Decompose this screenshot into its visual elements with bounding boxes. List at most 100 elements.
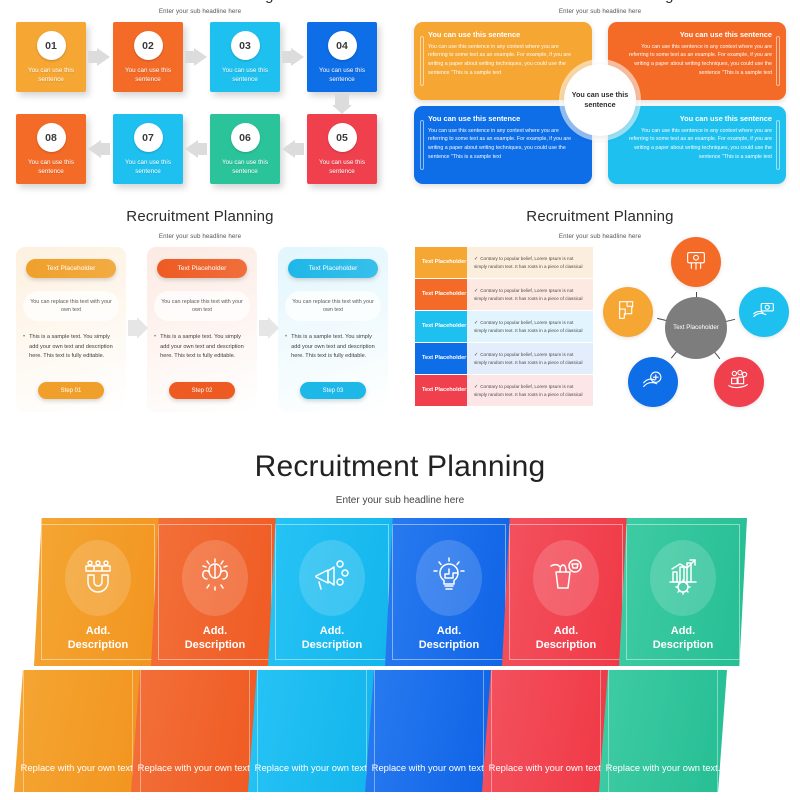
q2-subtitle: Enter your sub headline here: [558, 8, 642, 15]
table-row[interactable]: Text Placeholder ✓ Contrary to popular bel…: [415, 247, 593, 278]
fan-card-top-3[interactable]: Add. Description: [268, 518, 396, 666]
hub-diagram: Text Placeholder: [596, 235, 796, 415]
card-caption: Add. Description: [418, 624, 480, 651]
panel-body: You can use this sentence in any context…: [428, 127, 572, 160]
panel-body: You can use this sentence in any context…: [628, 127, 772, 160]
table-row-key: Text Placeholder: [415, 375, 467, 406]
card-caption: Add. Description: [301, 624, 363, 651]
fan-card-top-1[interactable]: Add. Description: [34, 518, 162, 666]
quad-panel-bottom-right[interactable]: You can use this sentence You can use thi…: [608, 106, 786, 184]
numbered-step-box-01[interactable]: 01 You can use this sentence: [16, 22, 86, 92]
step-card-2[interactable]: Text Placeholder You can replace this tex…: [147, 247, 257, 412]
step-card-button[interactable]: Step 02: [169, 382, 235, 399]
numbered-step-box-05[interactable]: 05 You can use this sentence: [307, 114, 377, 184]
quad-panel-top-right[interactable]: You can use this sentence You can use thi…: [608, 22, 786, 100]
chevron-left-icon: [282, 140, 304, 158]
step-card-bullet: • This is a sample text. You simply add y…: [23, 333, 119, 362]
fan-card-bottom-4[interactable]: Replace with your own text.: [365, 670, 493, 792]
step-card-oval-text: You can replace this text with your own …: [154, 291, 250, 321]
table-row-value: ✓ Contrary to popular belief, Lorem Ipsum…: [467, 247, 593, 278]
card-icon-circle: [533, 540, 599, 616]
quad-panel-bottom-left[interactable]: You can use this sentence You can use thi…: [414, 106, 592, 184]
chevron-left-icon: [185, 140, 207, 158]
section-numbered-steps: Recruitment Planning Enter your sub head…: [0, 0, 400, 205]
numbered-step-box-02[interactable]: 02 You can use this sentence: [113, 22, 183, 92]
numbered-step-box-07[interactable]: 07 You can use this sentence: [113, 114, 183, 184]
panel-accent-bar: [776, 120, 780, 170]
fan-card-bottom-1[interactable]: Replace with your own text.: [14, 670, 142, 792]
table-row-key: Text Placeholder: [415, 311, 467, 342]
bullet-dot-icon: •: [154, 334, 157, 340]
step-label: You can use this sentence: [222, 67, 268, 83]
bullet-dot-icon: •: [23, 334, 26, 340]
step-label: You can use this sentence: [28, 67, 74, 83]
hub-node-4[interactable]: [628, 357, 678, 407]
table-row[interactable]: Text Placeholder ✓ Contrary to popular bel…: [415, 343, 593, 374]
step-number-badge: 07: [133, 123, 163, 152]
step-card-3[interactable]: Text Placeholder You can replace this tex…: [278, 247, 388, 412]
check-icon: ✓: [474, 287, 479, 294]
hub-node-5[interactable]: [714, 357, 764, 407]
card-body-text: Replace with your own text.: [254, 761, 370, 773]
step-card-button[interactable]: Step 03: [300, 382, 366, 399]
check-icon: ✓: [474, 255, 479, 262]
numbered-step-box-06[interactable]: 06 You can use this sentence: [210, 114, 280, 184]
check-icon: ✓: [474, 383, 479, 390]
table-row-value: ✓ Contrary to popular belief, Lorem Ipsum…: [467, 343, 593, 374]
section-step-cards: Recruitment Planning Enter your sub head…: [0, 205, 400, 420]
table-row-key: Text Placeholder: [415, 343, 467, 374]
brain-strength-icon: [195, 556, 235, 601]
check-icon: ✓: [474, 319, 479, 326]
chevron-right-icon: [185, 48, 207, 66]
fan-card-top-2[interactable]: Add. Description: [151, 518, 279, 666]
q3-subtitle: Enter your sub headline here: [158, 233, 242, 240]
step-card-oval-text: You can replace this text with your own …: [23, 291, 119, 321]
step-number-badge: 02: [133, 31, 163, 60]
chevron-right-icon: [128, 317, 148, 339]
step-card-1[interactable]: Text Placeholder You can replace this tex…: [16, 247, 126, 412]
step-cards-wrap: Text Placeholder You can replace this tex…: [16, 247, 388, 412]
step-number-badge: 04: [327, 31, 357, 60]
chevron-right-icon: [88, 48, 110, 66]
table-row-value: ✓ Contrary to popular belief, Lorem Ipsum…: [467, 279, 593, 310]
chevron-left-icon: [88, 140, 110, 158]
fan-card-bottom-3[interactable]: Replace with your own text.: [248, 670, 376, 792]
table-row[interactable]: Text Placeholder ✓ Contrary to popular bel…: [415, 375, 593, 406]
step-card-pill[interactable]: Text Placeholder: [26, 259, 116, 278]
step-card-bullet: • This is a sample text. You simply add y…: [285, 333, 381, 362]
table-row[interactable]: Text Placeholder ✓ Contrary to popular bel…: [415, 311, 593, 342]
fan-card-bottom-6[interactable]: Replace with your own text.: [599, 670, 727, 792]
numbered-step-box-04[interactable]: 04 You can use this sentence: [307, 22, 377, 92]
q2-title: Recruitment Planning: [400, 0, 800, 5]
hub-center-node[interactable]: Text Placeholder: [665, 297, 727, 359]
panel-accent-bar: [420, 36, 424, 86]
fan-card-bottom-2[interactable]: Replace with your own text.: [131, 670, 259, 792]
panel-heading: You can use this sentence: [679, 114, 772, 123]
numbered-step-box-08[interactable]: 08 You can use this sentence: [16, 114, 86, 184]
hub-node-1[interactable]: [671, 237, 721, 287]
step-number-badge: 03: [230, 31, 260, 60]
card-body-text: Replace with your own text.: [488, 761, 604, 773]
card-caption: Add. Description: [652, 624, 714, 651]
numbered-step-box-03[interactable]: 03 You can use this sentence: [210, 22, 280, 92]
cash-payment-icon: [751, 297, 777, 328]
table-row-key: Text Placeholder: [415, 279, 467, 310]
step-card-pill[interactable]: Text Placeholder: [157, 259, 247, 278]
bottom-title: Recruitment Planning: [254, 450, 546, 483]
hub-node-3[interactable]: [739, 287, 789, 337]
team-hand-icon: [726, 367, 752, 398]
panel-accent-bar: [776, 36, 780, 86]
fan-card-top-6[interactable]: Add. Description: [619, 518, 747, 666]
fan-card-bottom-5[interactable]: Replace with your own text.: [482, 670, 610, 792]
table-row-value: ✓ Contrary to popular belief, Lorem Ipsum…: [467, 311, 593, 342]
card-icon-circle: [416, 540, 482, 616]
q4-title: Recruitment Planning: [526, 208, 674, 225]
fan-card-top-5[interactable]: Add. Description: [502, 518, 630, 666]
fan-card-top-4[interactable]: Add. Description: [385, 518, 513, 666]
step-card-button[interactable]: Step 01: [38, 382, 104, 399]
table-row[interactable]: Text Placeholder ✓ Contrary to popular bel…: [415, 279, 593, 310]
step-card-pill[interactable]: Text Placeholder: [288, 259, 378, 278]
card-caption: Add. Description: [67, 624, 129, 651]
step-label: You can use this sentence: [319, 159, 365, 175]
hub-node-2[interactable]: [603, 287, 653, 337]
